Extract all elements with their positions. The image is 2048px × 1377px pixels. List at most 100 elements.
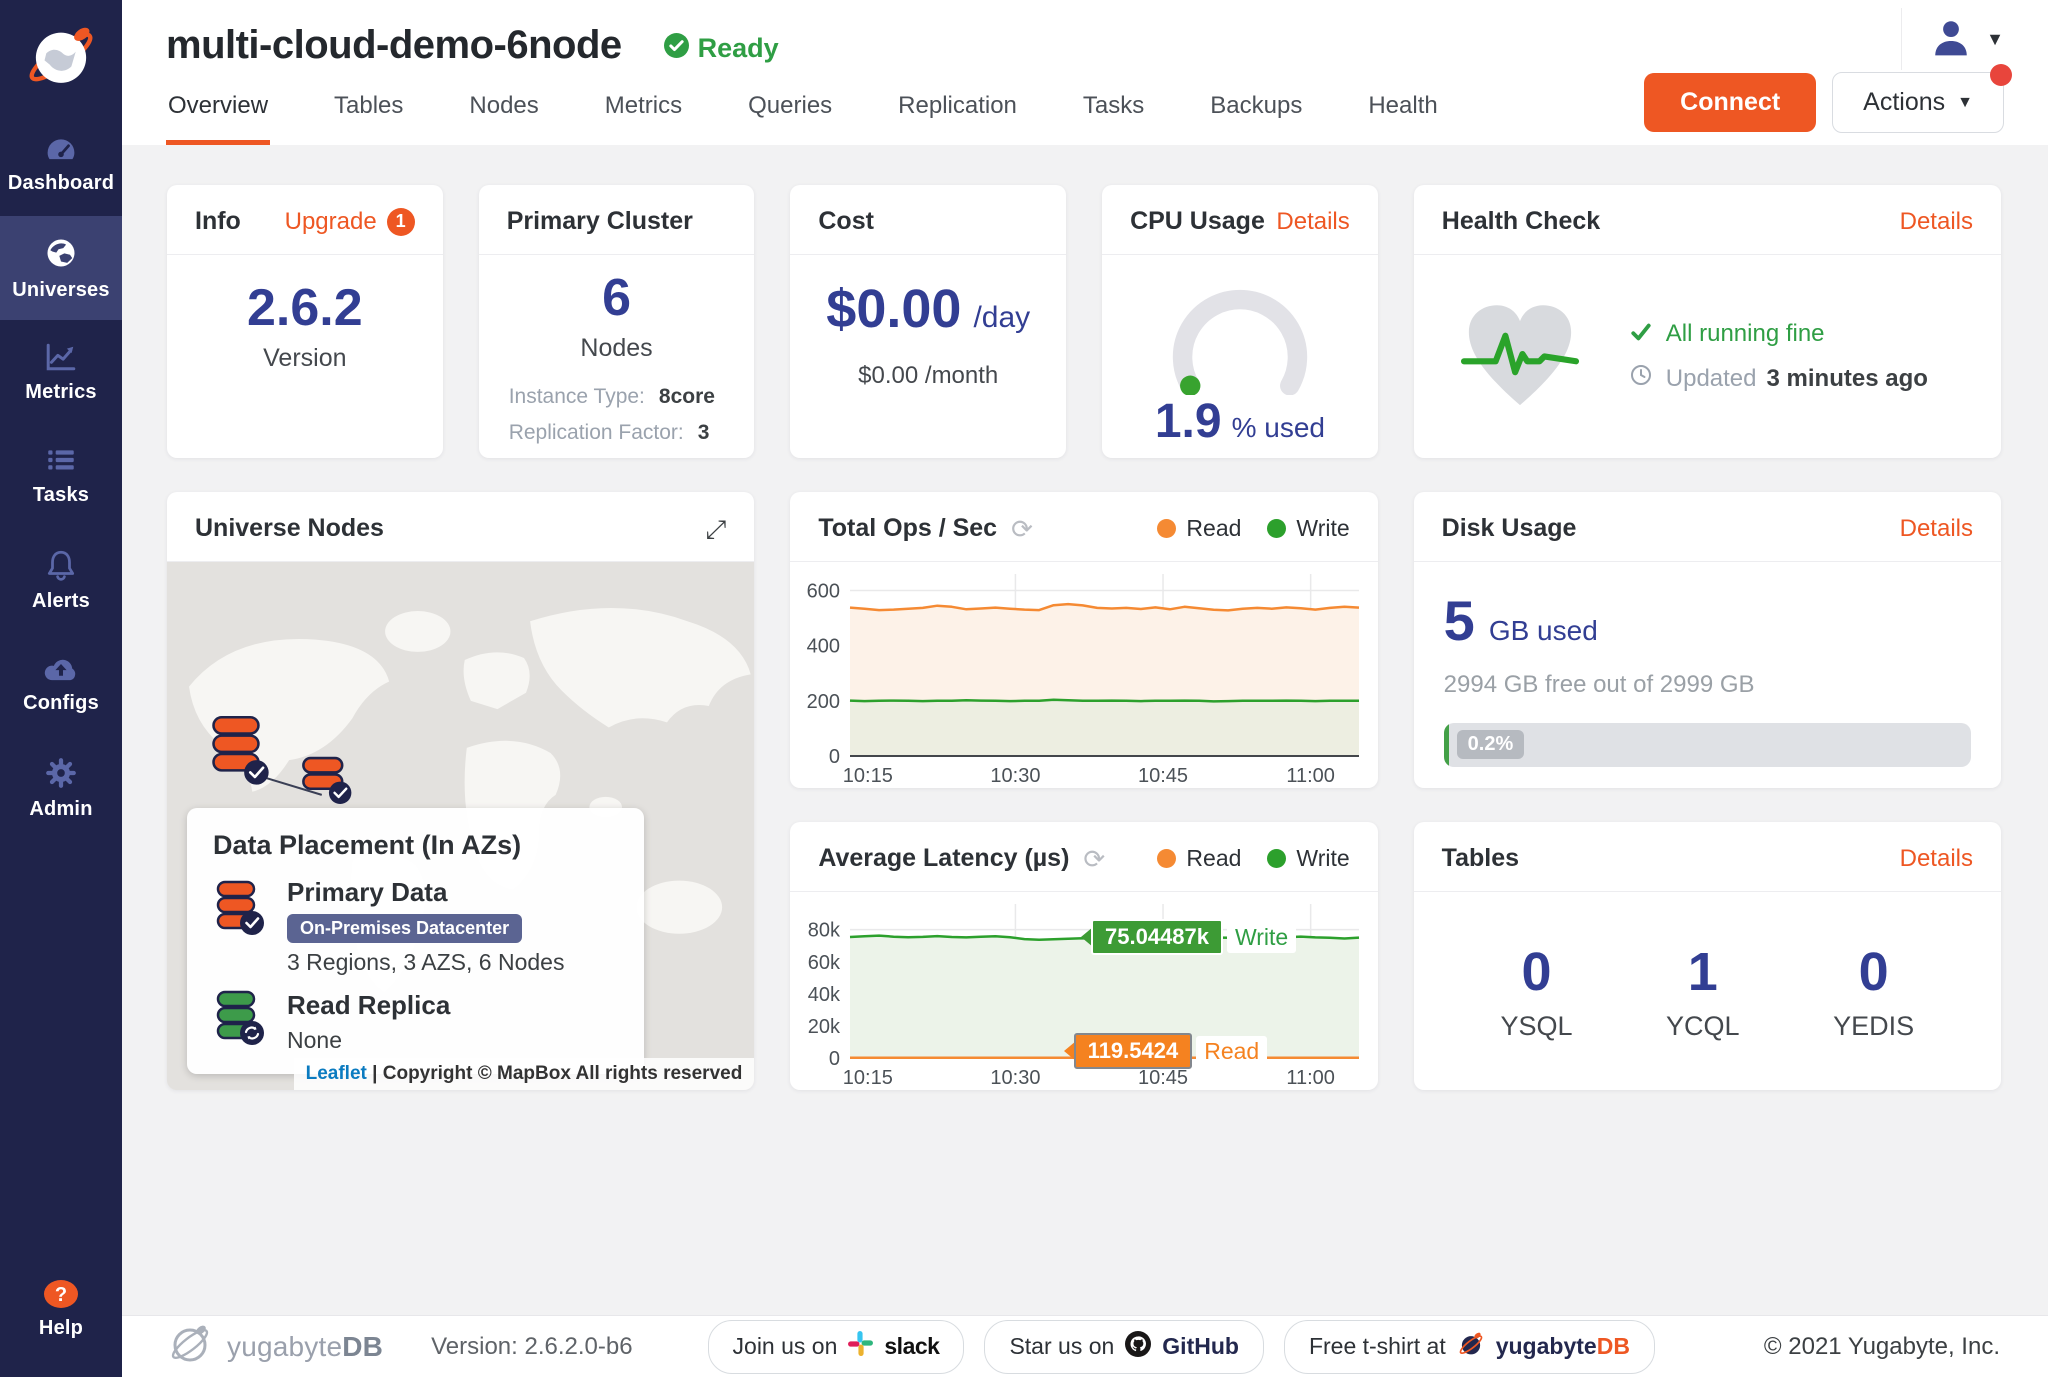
sidebar-nav: Dashboard Universes bbox=[0, 112, 122, 840]
tab-queries[interactable]: Queries bbox=[746, 78, 834, 145]
sidebar-item-metrics[interactable]: Metrics bbox=[0, 320, 122, 424]
chevron-down-icon: ▼ bbox=[1986, 29, 2004, 50]
universe-tabs: Overview Tables Nodes Metrics Queries Re… bbox=[166, 78, 1440, 145]
disk-progress-bar: 0.2% bbox=[1444, 723, 1971, 767]
chart-title: Total Ops / Sec bbox=[818, 514, 997, 543]
leaflet-link[interactable]: Leaflet bbox=[306, 1063, 367, 1084]
write-dot-icon bbox=[1267, 849, 1286, 868]
sidebar-item-label: Dashboard bbox=[8, 172, 114, 195]
heartbeat-icon bbox=[1454, 298, 1586, 415]
tab-backups[interactable]: Backups bbox=[1208, 78, 1304, 145]
github-icon bbox=[1124, 1330, 1152, 1364]
github-button[interactable]: Star us on GitHub bbox=[984, 1320, 1264, 1374]
world-map[interactable]: Data Placement (In AZs) bbox=[167, 562, 754, 1090]
legend-read[interactable]: Read bbox=[1157, 845, 1241, 872]
svg-text:0: 0 bbox=[829, 1048, 840, 1070]
node-count-label: Nodes bbox=[580, 334, 652, 363]
upgrade-label: Upgrade bbox=[285, 208, 377, 236]
cpu-usage-card: CPU Usage Details 1.9 % used bbox=[1102, 185, 1378, 458]
card-title: Health Check bbox=[1442, 207, 1600, 236]
github-word: GitHub bbox=[1162, 1333, 1239, 1360]
sidebar-item-label: Help bbox=[39, 1317, 83, 1340]
read-replica-desc: None bbox=[287, 1027, 450, 1054]
tab-metrics[interactable]: Metrics bbox=[603, 78, 684, 145]
sidebar-item-help[interactable]: ? Help bbox=[0, 1257, 122, 1361]
expand-icon[interactable]: ⤢ bbox=[706, 516, 727, 542]
svg-text:80k: 80k bbox=[808, 920, 841, 942]
tshirt-button[interactable]: Free t-shirt at yugabyteDB bbox=[1284, 1320, 1655, 1374]
sidebar-item-label: Metrics bbox=[25, 381, 96, 404]
ops-per-sec-chart: 020040060010:1510:3010:4511:00 bbox=[792, 566, 1369, 788]
gear-icon bbox=[44, 756, 78, 790]
instance-type-row: Instance Type:8core bbox=[509, 379, 725, 416]
user-menu[interactable]: ▼ bbox=[1901, 8, 2004, 70]
cost-card: Cost $0.00 /day $0.00 /month bbox=[790, 185, 1066, 458]
gauge-icon bbox=[43, 134, 79, 164]
svg-text:11:00: 11:00 bbox=[1287, 765, 1336, 786]
yedis-count: 0 bbox=[1859, 941, 1889, 1003]
health-check-card: Health Check Details bbox=[1414, 185, 2001, 458]
disk-free-text: 2994 GB free out of 2999 GB bbox=[1444, 671, 1971, 699]
legend-label: Read bbox=[1186, 515, 1241, 542]
check-icon bbox=[1630, 320, 1652, 348]
sidebar-item-universes[interactable]: Universes bbox=[0, 216, 122, 320]
page-title: multi-cloud-demo-6node bbox=[166, 23, 622, 68]
sidebar-item-label: Universes bbox=[12, 279, 109, 302]
refresh-icon[interactable]: ⟳ bbox=[1011, 516, 1033, 542]
footer-version: Version: 2.6.2.0-b6 bbox=[431, 1333, 632, 1361]
disk-details-link[interactable]: Details bbox=[1900, 515, 1973, 543]
svg-text:10:45: 10:45 bbox=[1138, 765, 1188, 786]
slack-button[interactable]: Join us on slack bbox=[708, 1320, 965, 1374]
card-title: Tables bbox=[1442, 844, 1519, 873]
sidebar-item-tasks[interactable]: Tasks bbox=[0, 424, 122, 528]
write-dot-icon bbox=[1267, 519, 1286, 538]
sidebar-item-dashboard[interactable]: Dashboard bbox=[0, 112, 122, 216]
tab-tables[interactable]: Tables bbox=[332, 78, 405, 145]
disk-used-unit: GB used bbox=[1489, 615, 1598, 647]
health-status-row: All running fine bbox=[1630, 320, 1928, 348]
tables-details-link[interactable]: Details bbox=[1900, 845, 1973, 873]
primary-data-row: Primary Data On-Premises Datacenter 3 Re… bbox=[213, 877, 618, 976]
sidebar-item-admin[interactable]: Admin bbox=[0, 736, 122, 840]
yugabyte-logo-icon[interactable] bbox=[0, 0, 122, 112]
svg-text:10:30: 10:30 bbox=[991, 1067, 1041, 1088]
chevron-down-icon: ▼ bbox=[1957, 94, 1973, 112]
legend-write[interactable]: Write bbox=[1267, 845, 1349, 872]
tab-health[interactable]: Health bbox=[1366, 78, 1439, 145]
svg-text:200: 200 bbox=[807, 691, 840, 713]
actions-dropdown-button[interactable]: Actions ▼ bbox=[1832, 72, 2004, 133]
upgrade-link[interactable]: Upgrade 1 bbox=[285, 208, 415, 236]
footer-brand: yugabyteDB bbox=[227, 1331, 383, 1363]
tab-nodes[interactable]: Nodes bbox=[467, 78, 540, 145]
connect-button[interactable]: Connect bbox=[1644, 73, 1816, 132]
health-details-link[interactable]: Details bbox=[1900, 208, 1973, 236]
ycql-stat: 1 YCQL bbox=[1666, 941, 1740, 1042]
sidebar-item-configs[interactable]: Configs bbox=[0, 632, 122, 736]
kv-value: 3 bbox=[698, 421, 710, 444]
universe-nodes-card: Universe Nodes ⤢ bbox=[167, 492, 754, 1090]
app-root: Dashboard Universes bbox=[0, 0, 2048, 1377]
upgrade-count-badge: 1 bbox=[387, 208, 415, 236]
disk-percent-badge: 0.2% bbox=[1457, 730, 1525, 759]
health-updated-row: Updated 3 minutes ago bbox=[1630, 364, 1928, 393]
card-title: Disk Usage bbox=[1442, 514, 1577, 543]
tab-overview[interactable]: Overview bbox=[166, 78, 270, 145]
card-title: Primary Cluster bbox=[507, 207, 693, 236]
legend-read[interactable]: Read bbox=[1157, 515, 1241, 542]
tab-replication[interactable]: Replication bbox=[896, 78, 1019, 145]
lower-cards-grid: Universe Nodes ⤢ bbox=[167, 492, 2001, 1090]
check-circle-icon bbox=[664, 33, 689, 63]
kv-key: Replication Factor: bbox=[509, 421, 684, 444]
info-card: Info Upgrade 1 2.6.2 Version bbox=[167, 185, 443, 458]
universe-header: multi-cloud-demo-6node Ready bbox=[122, 0, 2048, 145]
ycql-label: YCQL bbox=[1666, 1011, 1740, 1042]
svg-text:11:00: 11:00 bbox=[1287, 1067, 1336, 1088]
sidebar-item-alerts[interactable]: Alerts bbox=[0, 528, 122, 632]
card-title: CPU Usage bbox=[1130, 207, 1265, 236]
cpu-details-link[interactable]: Details bbox=[1276, 208, 1349, 236]
slack-word: slack bbox=[884, 1333, 939, 1360]
tab-tasks[interactable]: Tasks bbox=[1081, 78, 1146, 145]
main-area: multi-cloud-demo-6node Ready bbox=[122, 0, 2048, 1377]
refresh-icon[interactable]: ⟳ bbox=[1083, 846, 1105, 872]
legend-write[interactable]: Write bbox=[1267, 515, 1349, 542]
